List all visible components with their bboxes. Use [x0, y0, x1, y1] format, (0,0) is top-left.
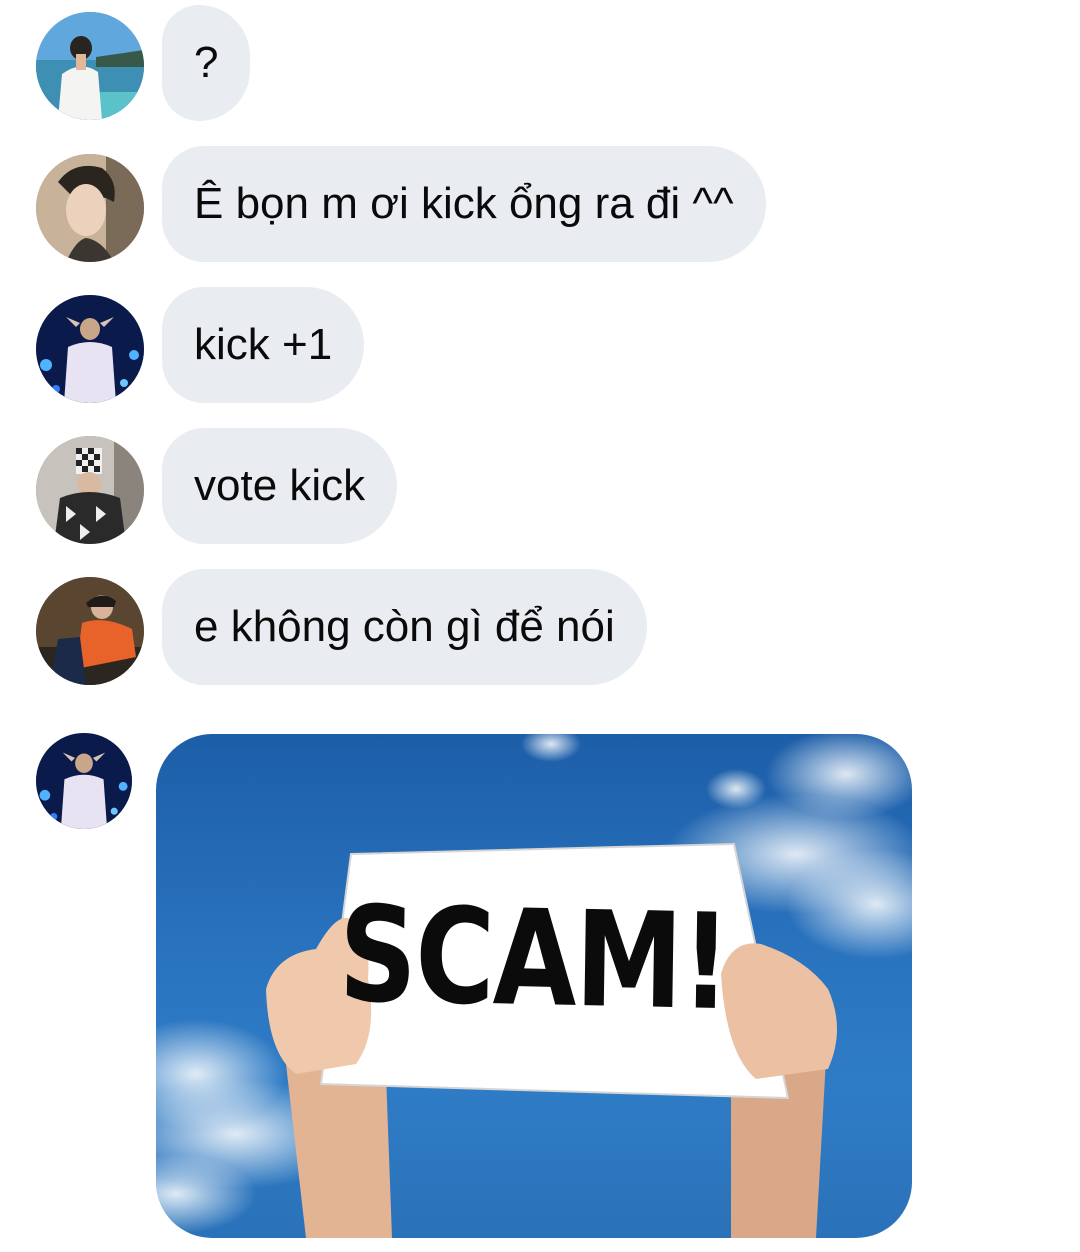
message-bubble[interactable]: e không còn gì để nói — [162, 569, 647, 685]
avatar-man-profile-image — [36, 154, 144, 262]
avatar[interactable] — [36, 733, 132, 829]
message-bubble[interactable]: vote kick — [162, 428, 398, 544]
avatar-man-orange-shirt-image — [36, 577, 144, 685]
message-bubble[interactable]: kick +1 — [162, 287, 365, 403]
avatar-man-concert-image — [36, 295, 144, 403]
message-bubble[interactable]: Ê bọn m ơi kick ổng ra đi ^^ — [162, 146, 766, 262]
scam-sign-photo — [156, 734, 912, 1238]
avatar[interactable] — [36, 436, 144, 544]
chat-thread: ? Ê bọn m ơi kick ổng ra đi ^^ kick +1 v… — [0, 0, 1080, 1252]
avatar[interactable] — [36, 295, 144, 403]
message-text: ? — [194, 38, 219, 87]
avatar[interactable] — [36, 154, 144, 262]
message-text: kick +1 — [194, 320, 333, 369]
message-bubble[interactable]: ? — [162, 5, 251, 121]
avatar-man-concert-image — [36, 733, 132, 829]
message-text: vote kick — [194, 461, 366, 510]
avatar[interactable] — [36, 12, 144, 120]
avatar[interactable] — [36, 577, 144, 685]
avatar-man-on-boat-image — [36, 12, 144, 120]
message-text: e không còn gì để nói — [194, 602, 615, 651]
message-text: Ê bọn m ơi kick ổng ra đi ^^ — [194, 179, 734, 228]
image-message[interactable]: SCAM! — [156, 734, 912, 1238]
avatar-man-hat-over-face-image — [36, 436, 144, 544]
